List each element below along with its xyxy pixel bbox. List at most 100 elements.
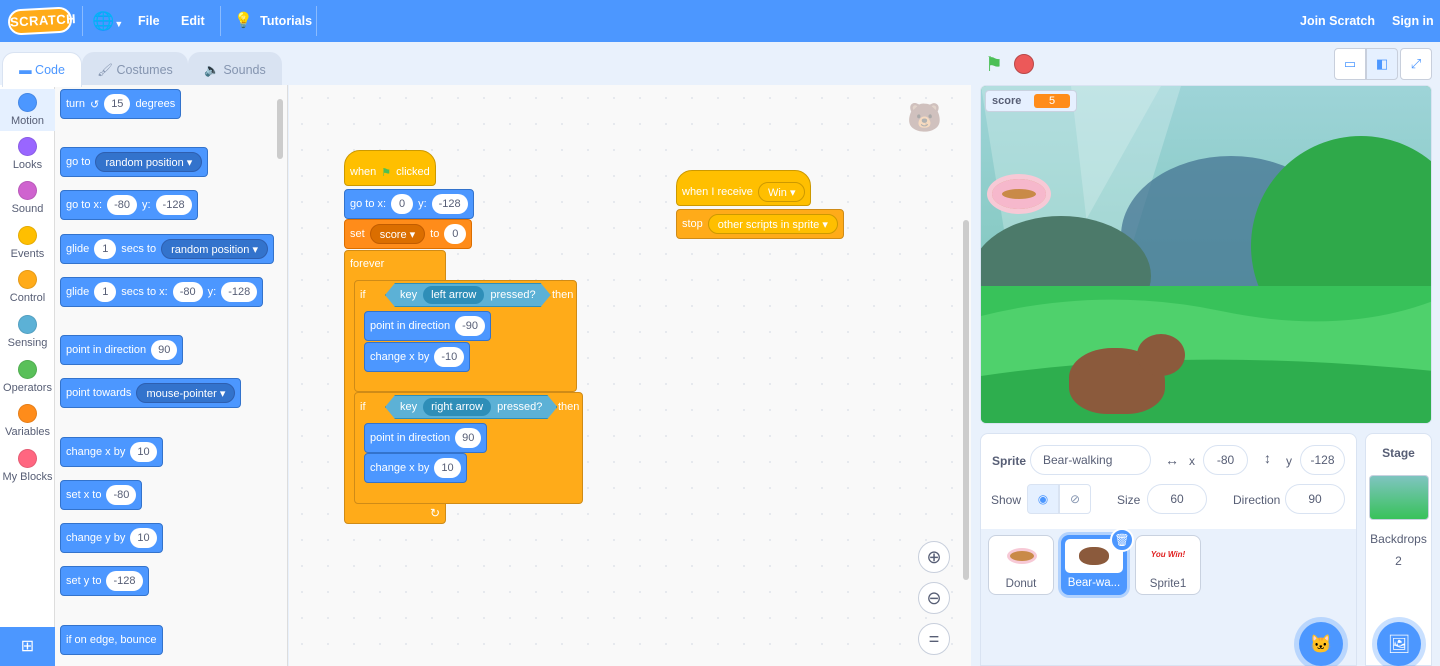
block-input[interactable]: -128 xyxy=(155,195,192,215)
sprite-thumb-sprite1[interactable]: You Win! Sprite1 xyxy=(1135,535,1201,595)
category-sound[interactable]: Sound xyxy=(0,181,55,215)
block-input[interactable]: 90 xyxy=(455,428,482,448)
join-scratch-link[interactable]: Join Scratch xyxy=(1300,0,1375,42)
block-input[interactable]: -128 xyxy=(221,282,258,302)
block-input[interactable]: 10 xyxy=(130,442,157,462)
block-input[interactable]: -10 xyxy=(434,347,465,367)
block-dropdown[interactable]: right arrow xyxy=(423,398,491,416)
block-input[interactable]: -128 xyxy=(106,571,143,591)
key-pressed-right[interactable]: key right arrow pressed? xyxy=(385,395,557,419)
show-hidden-button[interactable]: ⊘ xyxy=(1059,484,1091,514)
add-extension-button[interactable]: ⊞ xyxy=(0,627,55,666)
forever-label: forever xyxy=(350,258,385,270)
fullscreen-button[interactable]: ⤢ xyxy=(1400,48,1432,80)
change-x-block[interactable]: change x by 10 xyxy=(364,453,467,483)
block-point-towards[interactable]: point towards mouse-pointer xyxy=(60,378,242,408)
block-input[interactable]: -80 xyxy=(106,485,137,505)
block-change-y[interactable]: change y by 10 xyxy=(60,523,163,553)
block-bounce[interactable]: if on edge, bounce xyxy=(60,625,163,655)
tab-costumes[interactable]: 🖌 Costumes xyxy=(82,52,188,86)
point-direction-block[interactable]: point in direction -90 xyxy=(364,311,492,341)
block-dropdown[interactable]: score xyxy=(369,224,426,244)
choose-backdrop-button[interactable]: 🖼 xyxy=(1377,622,1421,666)
block-input[interactable]: -128 xyxy=(431,194,468,214)
delete-sprite-button[interactable]: 🗑 xyxy=(1110,528,1134,552)
block-turn[interactable]: turn ↺ 15 degrees xyxy=(60,89,182,119)
sign-in-link[interactable]: Sign in xyxy=(1392,0,1434,42)
backdrop-thumbnail[interactable] xyxy=(1369,475,1429,520)
stop-block[interactable]: stop other scripts in sprite xyxy=(676,209,844,239)
change-x-block[interactable]: change x by -10 xyxy=(364,342,471,372)
block-input[interactable]: 1 xyxy=(94,239,117,259)
block-dropdown[interactable]: random position xyxy=(95,152,203,172)
category-operators[interactable]: Operators xyxy=(0,360,55,394)
block-input[interactable]: 1 xyxy=(94,282,117,302)
green-flag-button[interactable]: ⚑ xyxy=(985,52,1003,77)
bear-sprite[interactable] xyxy=(1069,334,1189,420)
block-input[interactable]: -90 xyxy=(455,316,486,336)
block-goto-xy[interactable]: go to x: -80 y: -128 xyxy=(60,190,198,220)
category-variables[interactable]: Variables xyxy=(0,404,55,438)
fullscreen-icon: ⤢ xyxy=(1410,56,1422,71)
tab-code[interactable]: ▬ Code xyxy=(2,52,82,87)
block-dropdown[interactable]: other scripts in sprite xyxy=(707,214,838,234)
block-input[interactable]: 90 xyxy=(151,340,178,360)
block-input[interactable]: 15 xyxy=(104,94,131,114)
block-set-x[interactable]: set x to -80 xyxy=(60,480,143,510)
edit-menu[interactable]: Edit xyxy=(181,0,205,42)
block-goto[interactable]: go to random position xyxy=(60,147,209,177)
set-variable-block[interactable]: set scoreto 0 xyxy=(344,219,473,249)
category-looks[interactable]: Looks xyxy=(0,137,55,171)
block-point-direction[interactable]: point in direction 90 xyxy=(60,335,184,365)
category-control[interactable]: Control xyxy=(0,270,55,304)
block-input[interactable]: 0 xyxy=(444,224,467,244)
x-input[interactable]: -80 xyxy=(1203,445,1248,475)
stage-canvas[interactable] xyxy=(980,85,1432,424)
key-pressed-left[interactable]: key left arrow pressed? xyxy=(385,283,551,307)
y-input[interactable]: -128 xyxy=(1300,445,1345,475)
zoom-reset-button[interactable]: = xyxy=(918,623,950,655)
block-input[interactable]: -80 xyxy=(107,195,137,215)
block-text: stop xyxy=(682,218,703,230)
show-visible-button[interactable]: ◉ xyxy=(1027,484,1059,514)
block-change-x[interactable]: change x by 10 xyxy=(60,437,163,467)
donut-sprite[interactable] xyxy=(987,174,1051,214)
palette-scrollbar[interactable] xyxy=(277,99,283,159)
zoom-out-button[interactable]: ⊖ xyxy=(918,582,950,614)
when-i-receive-block[interactable]: when I receive Win xyxy=(676,170,812,206)
zoom-in-button[interactable]: ⊕ xyxy=(918,541,950,573)
block-dropdown[interactable]: left arrow xyxy=(423,286,484,304)
block-glide-xy[interactable]: glide 1 secs to x: -80 y: -128 xyxy=(60,277,264,307)
size-input[interactable]: 60 xyxy=(1147,484,1207,514)
choose-sprite-button[interactable]: 🐱 xyxy=(1299,622,1343,666)
script-scrollbar[interactable] xyxy=(963,220,969,580)
block-set-y[interactable]: set y to -128 xyxy=(60,566,149,596)
block-dropdown[interactable]: mouse-pointer xyxy=(136,383,236,403)
category-sensing[interactable]: Sensing xyxy=(0,315,55,349)
direction-input[interactable]: 90 xyxy=(1285,484,1345,514)
small-stage-button[interactable]: ▭ xyxy=(1334,48,1366,80)
language-menu[interactable]: 🌐▼ xyxy=(92,0,123,42)
block-input[interactable]: 0 xyxy=(391,194,414,214)
point-direction-block[interactable]: point in direction 90 xyxy=(364,423,488,453)
tab-sounds[interactable]: 🔈 Sounds xyxy=(188,52,282,86)
sprite-thumb-donut[interactable]: Donut xyxy=(988,535,1054,595)
goto-xy-block[interactable]: go to x: 0 y: -128 xyxy=(344,189,474,219)
block-glide[interactable]: glide 1 secs to random position xyxy=(60,234,274,264)
block-input[interactable]: -80 xyxy=(172,282,203,302)
stop-button[interactable] xyxy=(1014,54,1034,74)
menu-bar: SCRATCH 🌐▼ File Edit 💡 Tutorials Join Sc… xyxy=(0,0,1440,42)
file-menu[interactable]: File xyxy=(138,0,160,42)
sprite-name-input[interactable]: Bear-walking xyxy=(1030,445,1151,475)
block-dropdown[interactable]: random position xyxy=(161,239,268,259)
scratch-logo[interactable]: SCRATCH xyxy=(7,6,76,36)
category-motion[interactable]: Motion xyxy=(0,89,55,131)
large-stage-button[interactable]: ◧ xyxy=(1366,48,1398,80)
block-input[interactable]: 10 xyxy=(130,528,157,548)
tutorials-button[interactable]: 💡 Tutorials xyxy=(234,0,312,42)
block-input[interactable]: 10 xyxy=(434,458,461,478)
block-dropdown[interactable]: Win xyxy=(757,182,806,202)
when-flag-clicked-block[interactable]: when ⚑ clicked xyxy=(344,150,436,186)
category-events[interactable]: Events xyxy=(0,226,55,260)
category-my-blocks[interactable]: My Blocks xyxy=(0,449,55,483)
